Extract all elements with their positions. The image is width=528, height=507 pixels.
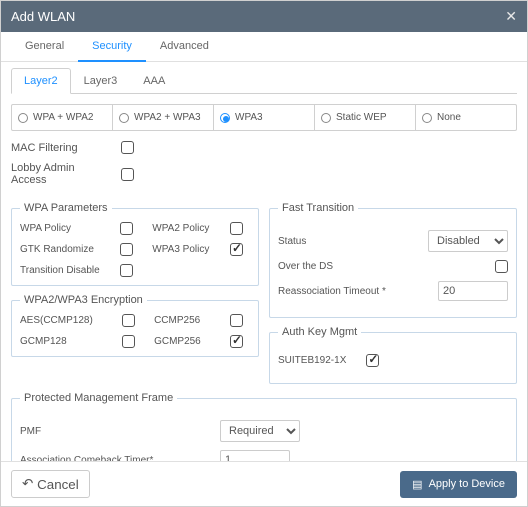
- gcmp128-label: GCMP128: [20, 336, 110, 347]
- lobby-admin-checkbox[interactable]: [121, 168, 134, 181]
- main-tabs: General Security Advanced: [1, 32, 527, 62]
- ft-reassoc-input[interactable]: [438, 281, 508, 301]
- ccmp256-label: CCMP256: [154, 315, 218, 326]
- encryption-fieldset: WPA2/WPA3 Encryption AES(CCMP128) CCMP25…: [11, 294, 259, 357]
- gcmp256-checkbox[interactable]: [230, 335, 243, 348]
- aes-ccmp128-label: AES(CCMP128): [20, 315, 110, 326]
- ccmp256-checkbox[interactable]: [230, 314, 243, 327]
- wpa-policy-label: WPA Policy: [20, 223, 108, 234]
- gcmp256-label: GCMP256: [154, 336, 218, 347]
- gtk-randomize-label: GTK Randomize: [20, 244, 108, 255]
- transition-disable-label: Transition Disable: [20, 265, 108, 276]
- wpa3-policy-checkbox[interactable]: [230, 243, 243, 256]
- radio-none[interactable]: None: [416, 105, 516, 130]
- ft-reassoc-label: Reassociation Timeout *: [278, 286, 386, 297]
- tab-security[interactable]: Security: [78, 32, 146, 62]
- pmf-legend: Protected Management Frame: [20, 392, 177, 404]
- radio-icon: [220, 113, 230, 123]
- ft-status-select[interactable]: Disabled: [428, 230, 508, 252]
- auth-key-mgmt-fieldset: Auth Key Mgmt SUITEB192-1X: [269, 326, 517, 384]
- gtk-randomize-checkbox[interactable]: [120, 243, 133, 256]
- wpa-parameters-legend: WPA Parameters: [20, 202, 112, 214]
- radio-wpa-wpa2[interactable]: WPA + WPA2: [12, 105, 113, 130]
- footer: ↶ Cancel ▤ Apply to Device: [1, 461, 527, 506]
- mac-filtering-checkbox[interactable]: [121, 141, 134, 154]
- mac-filtering-label: MAC Filtering: [11, 142, 111, 154]
- radio-icon: [119, 113, 129, 123]
- radio-icon: [321, 113, 331, 123]
- wpa2-policy-label: WPA2 Policy: [152, 223, 218, 234]
- wpa2-policy-checkbox[interactable]: [230, 222, 243, 235]
- add-wlan-modal: Add WLAN ✕ General Security Advanced Lay…: [0, 0, 528, 507]
- assoc-comeback-input[interactable]: [220, 450, 290, 461]
- fast-transition-fieldset: Fast Transition Status Disabled Over the…: [269, 202, 517, 318]
- security-mode-radios: WPA + WPA2 WPA2 + WPA3 WPA3 Static WEP N…: [11, 104, 517, 131]
- lobby-admin-label: Lobby Admin Access: [11, 162, 111, 186]
- encryption-legend: WPA2/WPA3 Encryption: [20, 294, 147, 306]
- auth-key-mgmt-legend: Auth Key Mgmt: [278, 326, 361, 338]
- tab-general[interactable]: General: [11, 32, 78, 61]
- aes-ccmp128-checkbox[interactable]: [122, 314, 135, 327]
- close-icon[interactable]: ✕: [505, 8, 517, 25]
- radio-wpa2-wpa3[interactable]: WPA2 + WPA3: [113, 105, 214, 130]
- wpa3-policy-label: WPA3 Policy: [152, 244, 218, 255]
- tab-advanced[interactable]: Advanced: [146, 32, 223, 61]
- transition-disable-checkbox[interactable]: [120, 264, 133, 277]
- subtab-layer2[interactable]: Layer2: [11, 68, 71, 94]
- ft-over-ds-checkbox[interactable]: [495, 260, 508, 273]
- undo-icon: ↶: [22, 476, 33, 492]
- security-subtabs: Layer2 Layer3 AAA: [11, 68, 517, 94]
- ft-status-label: Status: [278, 236, 306, 247]
- radio-icon: [18, 113, 28, 123]
- subtab-layer3[interactable]: Layer3: [71, 68, 131, 93]
- radio-icon: [422, 113, 432, 123]
- save-icon: ▤: [412, 478, 422, 491]
- pmf-label: PMF: [20, 426, 160, 437]
- gcmp128-checkbox[interactable]: [122, 335, 135, 348]
- wpa-policy-checkbox[interactable]: [120, 222, 133, 235]
- ft-over-ds-label: Over the DS: [278, 261, 333, 272]
- radio-wpa3[interactable]: WPA3: [214, 105, 315, 130]
- suiteb192-label: SUITEB192-1X: [278, 355, 346, 366]
- pmf-select[interactable]: Required: [220, 420, 300, 442]
- titlebar: Add WLAN ✕: [1, 1, 527, 32]
- wpa-parameters-fieldset: WPA Parameters WPA Policy WPA2 Policy GT…: [11, 202, 259, 286]
- pmf-fieldset: Protected Management Frame PMF Required …: [11, 392, 517, 461]
- subtab-aaa[interactable]: AAA: [130, 68, 178, 93]
- modal-title: Add WLAN: [11, 9, 75, 24]
- suiteb192-checkbox[interactable]: [366, 354, 379, 367]
- fast-transition-legend: Fast Transition: [278, 202, 358, 214]
- cancel-button[interactable]: ↶ Cancel: [11, 470, 90, 498]
- apply-button[interactable]: ▤ Apply to Device: [400, 471, 517, 498]
- radio-static-wep[interactable]: Static WEP: [315, 105, 416, 130]
- modal-body[interactable]: Layer2 Layer3 AAA WPA + WPA2 WPA2 + WPA3…: [1, 62, 527, 461]
